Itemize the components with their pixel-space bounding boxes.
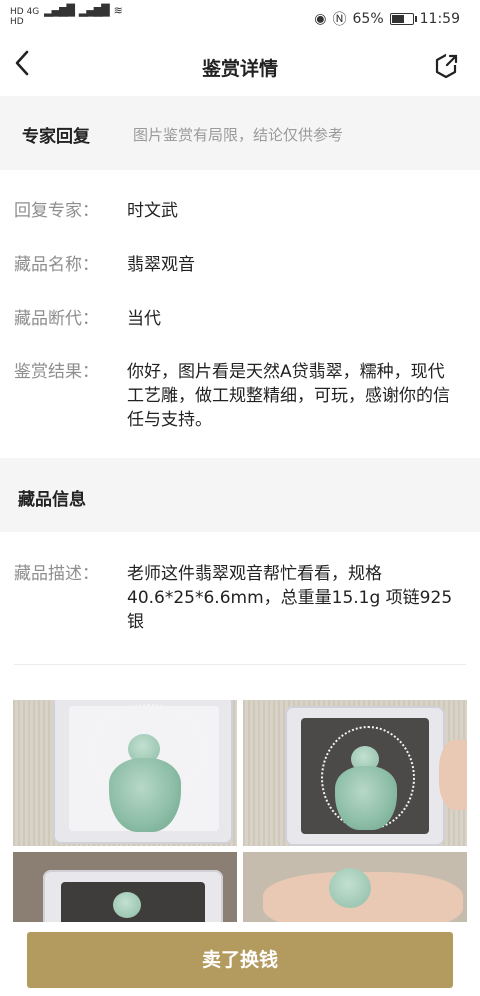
field-value: 你好，图片看是天然A贷翡翠，糯种，现代工艺雕，做工规整精细，可玩，感谢你的信任与… <box>127 362 450 430</box>
wifi-icon: ≋ <box>113 4 123 17</box>
section-title: 专家回复 <box>22 127 90 147</box>
eye-icon: ◉ <box>314 11 327 27</box>
battery-percent: 65% <box>352 11 384 27</box>
hd-badge: HD <box>10 17 24 27</box>
jade-head <box>329 868 371 908</box>
photo-1[interactable] <box>13 700 237 846</box>
signal-indicators: HD 4G ▂▄▆█ ▂▄▆█ ≋ HD <box>10 4 123 27</box>
field-value: 老师这件翡翠观音帮忙看看，规格40.6*25*6.6mm，总重量15.1g 项链… <box>127 564 453 632</box>
divider <box>14 664 466 665</box>
photo-4[interactable] <box>243 852 467 924</box>
field-value: 时文武 <box>127 201 178 221</box>
field-label: 藏品名称： <box>14 255 99 275</box>
sell-for-cash-button[interactable]: 卖了换钱 <box>27 932 453 988</box>
jade-pendant <box>335 766 397 830</box>
status-bar: HD 4G ▂▄▆█ ▂▄▆█ ≋ HD ◉ Ⓝ 65% 11:59 <box>0 0 480 36</box>
section-title: 藏品信息 <box>18 490 86 510</box>
field-label: 鉴赏结果： <box>14 362 99 382</box>
finger <box>439 740 467 810</box>
clock: 11:59 <box>419 11 460 27</box>
expert-reply-header: 专家回复 图片鉴赏有局限，结论仅供参考 <box>0 96 480 170</box>
photo-2[interactable] <box>243 700 467 846</box>
network-type: 4G <box>26 7 40 17</box>
battery-icon <box>389 13 417 25</box>
field-label: 藏品描述： <box>14 564 99 584</box>
nfc-icon: Ⓝ <box>332 12 347 28</box>
bottom-bar: 卖了换钱 <box>0 922 480 996</box>
collection-info-header: 藏品信息 <box>0 458 480 532</box>
signal-icon: ▂▄▆█ <box>44 4 75 17</box>
status-right: ◉ Ⓝ 65% 11:59 <box>314 9 460 29</box>
page-title: 鉴赏详情 <box>201 58 278 80</box>
photo-3[interactable] <box>13 852 237 924</box>
field-label: 藏品断代： <box>14 309 99 329</box>
hd-badge: HD <box>10 7 24 17</box>
signal-icon: ▂▄▆█ <box>78 4 110 17</box>
field-value: 当代 <box>127 309 161 329</box>
jade-head <box>113 892 141 918</box>
share-icon[interactable] <box>432 52 460 80</box>
field-label: 回复专家： <box>14 201 99 221</box>
navigation-bar: 鉴赏详情 <box>0 36 480 96</box>
jade-pendant <box>109 758 181 832</box>
field-value: 翡翠观音 <box>127 255 195 275</box>
disclaimer-text: 图片鉴赏有局限，结论仅供参考 <box>133 126 344 144</box>
